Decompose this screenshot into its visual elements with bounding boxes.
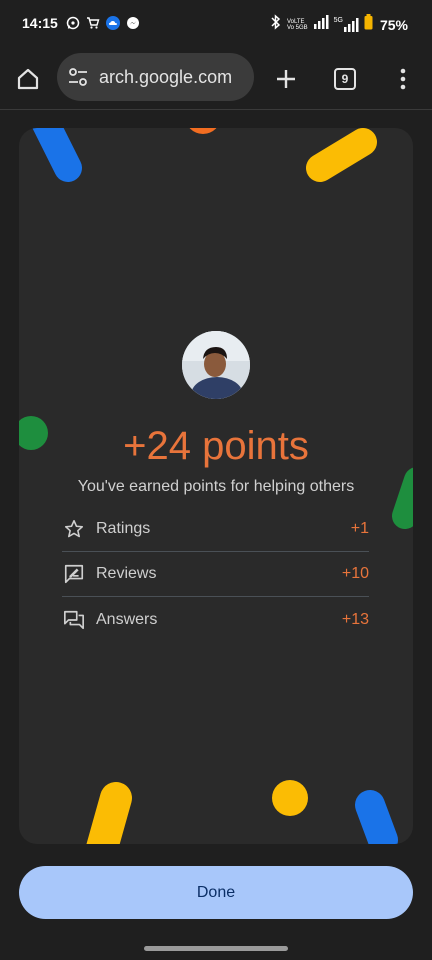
done-button[interactable]: Done [19,866,413,919]
row-label: Ratings [96,520,151,537]
status-bar: 14:15 VoLTE Vo 5GB 5G 75% [0,0,432,48]
bluetooth-icon [270,14,282,35]
row-value: +10 [341,565,369,582]
points-title: +24 points [123,424,309,468]
row-label: Reviews [96,565,157,582]
home-gesture-handle[interactable] [144,946,288,951]
signal-icon [313,15,329,34]
shopping-cart-icon [86,16,100,30]
forum-icon [62,608,86,632]
plus-icon [277,70,295,88]
tab-count: 9 [334,68,356,90]
cloud-icon [106,16,120,30]
address-bar[interactable]: arch.google.com [57,53,254,101]
avatar [182,331,250,399]
system-icons: VoLTE Vo 5GB 5G 75% [270,14,408,35]
home-icon [17,68,39,90]
notification-icons [66,15,140,31]
row-value: +1 [350,520,369,537]
profile-photo [182,331,250,399]
row-label: Answers [96,610,158,628]
status-time: 14:15 [22,15,58,31]
list-item-answers: Answers +13 [62,597,369,642]
tab-switcher-button[interactable]: 9 [327,61,363,97]
browser-toolbar: arch.google.com 9 [0,48,432,110]
site-settings-icon[interactable] [67,66,89,88]
list-item-ratings: Ratings +1 [62,507,369,552]
new-tab-button[interactable] [268,61,304,97]
url-text: arch.google.com [99,67,233,87]
star-icon [62,517,86,541]
messenger-icon [126,16,140,30]
battery-icon [364,14,373,35]
row-value: +13 [341,610,369,628]
gesture-nav-bar [0,941,432,960]
more-menu-button[interactable] [385,61,421,97]
rate-review-icon [62,562,86,586]
points-breakdown-list: Ratings +1 Reviews +10 Answers +13 [62,507,369,642]
5g-signal-icon: 5G [334,17,359,32]
points-card: +24 points You've earned points for help… [19,128,413,844]
more-vertical-icon [400,68,406,90]
volte-icon: VoLTE Vo 5GB [286,18,308,31]
battery-percent: 75% [379,16,408,33]
page-content: +24 points You've earned points for help… [0,111,432,941]
points-subtitle: You've earned points for helping others [77,478,355,495]
home-button[interactable] [10,61,46,97]
whatsapp-icon [66,16,80,30]
list-item-reviews: Reviews +10 [62,552,369,597]
